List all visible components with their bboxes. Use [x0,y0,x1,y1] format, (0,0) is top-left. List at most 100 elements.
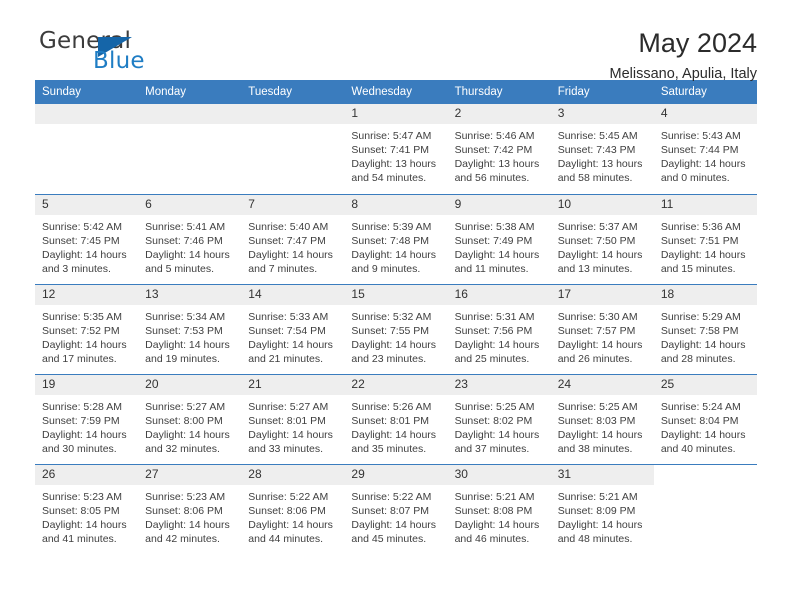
calendar-day-cell[interactable]: 16 Sunrise: 5:31 AM Sunset: 7:56 PM Dayligh… [447,283,551,374]
calendar-day-cell[interactable]: 2 Sunrise: 5:46 AM Sunset: 7:42 PM Daylight… [447,104,551,194]
day-info-line: Sunrise: 5:34 AM [145,310,226,323]
day-info-line: Daylight: 14 hours [557,338,643,351]
day-number: 16 [447,284,551,305]
day-sun-info: Sunrise: 5:25 AM Sunset: 8:02 PM Daylight:… [448,395,551,456]
day-info-line: Sunset: 7:56 PM [454,324,533,337]
day-info-line: Sunset: 7:54 PM [248,324,326,337]
day-number: 22 [344,374,448,395]
calendar-day-cell[interactable]: 28 Sunrise: 5:22 AM Sunset: 8:06 PM Dayligh… [241,463,345,554]
general-blue-logo[interactable]: General Blue [35,28,225,76]
day-info-line: Sunrise: 5:22 AM [351,490,432,503]
calendar-day-cell[interactable]: 1 Sunrise: 5:47 AM Sunset: 7:41 PM Daylight… [344,104,448,194]
day-sun-info: Sunrise: 5:36 AM Sunset: 7:51 PM Daylight:… [654,215,757,276]
day-number: 24 [550,374,654,395]
calendar-day-cell[interactable]: 17 Sunrise: 5:30 AM Sunset: 7:57 PM Dayligh… [550,283,654,374]
day-info-line: Sunrise: 5:37 AM [557,220,638,233]
calendar-day-cell[interactable]: 24 Sunrise: 5:25 AM Sunset: 8:03 PM Dayligh… [550,373,654,464]
calendar-day-cell[interactable]: 12 Sunrise: 5:35 AM Sunset: 7:52 PM Dayligh… [35,283,139,374]
day-number: 1 [344,104,448,124]
day-number: 4 [653,104,757,124]
calendar-day-cell[interactable]: 20 Sunrise: 5:27 AM Sunset: 8:00 PM Dayligh… [138,373,242,464]
day-info-line: Daylight: 14 hours [557,518,643,531]
day-info-line: Sunset: 7:46 PM [145,234,223,247]
day-info-line: Sunrise: 5:32 AM [351,310,432,323]
day-info-line: and 23 minutes. [351,352,427,365]
day-info-line: Sunrise: 5:29 AM [660,310,741,323]
calendar-day-cell[interactable]: 13 Sunrise: 5:34 AM Sunset: 7:53 PM Dayligh… [138,283,242,374]
day-info-line: Sunset: 8:02 PM [454,414,533,427]
day-info-line: Sunset: 7:44 PM [660,144,739,156]
calendar-day-cell[interactable]: 21 Sunrise: 5:27 AM Sunset: 8:01 PM Dayligh… [241,373,345,464]
day-info-line: Daylight: 14 hours [557,428,643,441]
day-info-line: Daylight: 14 hours [351,248,437,261]
day-info-line: Sunrise: 5:47 AM [351,130,432,142]
calendar-day-cell[interactable]: 7 Sunrise: 5:40 AM Sunset: 7:47 PM Daylight… [241,193,345,284]
day-number: 30 [447,464,551,485]
day-sun-info: Sunrise: 5:22 AM Sunset: 8:07 PM Daylight:… [344,485,447,546]
calendar-day-cell[interactable]: 26 Sunrise: 5:23 AM Sunset: 8:05 PM Dayligh… [35,463,139,554]
calendar-day-cell[interactable]: 11 Sunrise: 5:36 AM Sunset: 7:51 PM Dayligh… [653,193,757,284]
day-info-line: Sunset: 7:55 PM [351,324,430,337]
calendar-day-cell[interactable]: 14 Sunrise: 5:33 AM Sunset: 7:54 PM Dayligh… [241,283,345,374]
day-sun-info: Sunrise: 5:31 AM Sunset: 7:56 PM Daylight:… [448,305,551,366]
calendar-day-cell[interactable]: 5 Sunrise: 5:42 AM Sunset: 7:45 PM Daylight… [35,193,139,284]
day-info-line: Daylight: 14 hours [454,338,540,351]
day-info-line: Daylight: 14 hours [660,428,746,441]
calendar-day-cell[interactable]: 23 Sunrise: 5:25 AM Sunset: 8:02 PM Dayligh… [447,373,551,464]
day-info-line: Sunset: 7:43 PM [557,144,636,156]
weekday-header-wednesday: Wednesday [344,80,448,104]
day-info-line: and 9 minutes. [351,262,421,275]
day-info-line: Sunset: 8:01 PM [248,414,326,427]
day-info-line: Sunset: 7:50 PM [557,234,636,247]
day-number [654,465,757,485]
day-info-line: Daylight: 13 hours [351,158,437,170]
day-number: 2 [447,104,551,124]
day-info-line: Daylight: 14 hours [42,428,127,441]
day-info-line: Daylight: 14 hours [248,428,333,441]
calendar-day-cell[interactable]: 19 Sunrise: 5:28 AM Sunset: 7:59 PM Dayligh… [35,373,139,464]
day-info-line: Sunset: 7:51 PM [660,234,739,247]
day-number: 3 [550,104,654,124]
calendar-day-cell[interactable]: 25 Sunrise: 5:24 AM Sunset: 8:04 PM Dayligh… [653,373,757,464]
day-number: 18 [653,284,757,305]
calendar-week-row: 12 Sunrise: 5:35 AM Sunset: 7:52 PM Dayligh… [35,283,757,374]
calendar-day-cell[interactable]: 18 Sunrise: 5:29 AM Sunset: 7:58 PM Dayligh… [653,283,757,374]
day-info-line: Sunrise: 5:25 AM [557,400,638,413]
day-info-line: Daylight: 14 hours [145,428,230,441]
weekday-header-thursday: Thursday [447,80,551,104]
calendar-day-cell[interactable]: 15 Sunrise: 5:32 AM Sunset: 7:55 PM Dayligh… [344,283,448,374]
day-info-line: and 42 minutes. [145,532,220,545]
calendar-day-cell[interactable]: 10 Sunrise: 5:37 AM Sunset: 7:50 PM Dayligh… [550,193,654,284]
day-info-line: Sunrise: 5:43 AM [660,130,741,142]
calendar-day-cell[interactable]: 31 Sunrise: 5:21 AM Sunset: 8:09 PM Dayligh… [550,463,654,554]
day-info-line: Sunset: 7:57 PM [557,324,636,337]
day-info-line: and 56 minutes. [454,172,530,184]
day-info-line: Sunrise: 5:22 AM [248,490,329,503]
calendar-day-cell[interactable]: 30 Sunrise: 5:21 AM Sunset: 8:08 PM Dayligh… [447,463,551,554]
day-info-line: Sunset: 7:45 PM [42,234,120,247]
day-info-line: and 48 minutes. [557,532,633,545]
calendar-day-cell[interactable]: 27 Sunrise: 5:23 AM Sunset: 8:06 PM Dayligh… [138,463,242,554]
calendar-day-cell[interactable]: 6 Sunrise: 5:41 AM Sunset: 7:46 PM Daylight… [138,193,242,284]
day-number: 17 [550,284,654,305]
calendar-day-cell[interactable]: 3 Sunrise: 5:45 AM Sunset: 7:43 PM Daylight… [550,104,654,194]
day-info-line: Daylight: 14 hours [248,338,333,351]
day-number: 5 [35,194,139,215]
calendar-day-cell[interactable]: 29 Sunrise: 5:22 AM Sunset: 8:07 PM Dayligh… [344,463,448,554]
day-info-line: Sunset: 8:01 PM [351,414,430,427]
calendar-day-cell[interactable]: 9 Sunrise: 5:38 AM Sunset: 7:49 PM Daylight… [447,193,551,284]
day-info-line: Sunrise: 5:42 AM [42,220,122,233]
day-sun-info: Sunrise: 5:35 AM Sunset: 7:52 PM Daylight:… [35,305,138,366]
day-info-line: Sunrise: 5:45 AM [557,130,638,142]
calendar-day-cell[interactable]: 22 Sunrise: 5:26 AM Sunset: 8:01 PM Dayligh… [344,373,448,464]
day-info-line: and 13 minutes. [557,262,633,275]
day-info-line: Sunrise: 5:21 AM [557,490,638,503]
calendar-day-cell[interactable]: 4 Sunrise: 5:43 AM Sunset: 7:44 PM Daylight… [653,104,757,194]
weekday-header-sunday: Sunday [35,80,139,104]
day-sun-info: Sunrise: 5:43 AM Sunset: 7:44 PM Daylight:… [654,124,757,185]
page-header: General Blue May 2024 Melissano, Apulia,… [35,0,757,82]
day-number: 9 [447,194,551,215]
calendar-day-cell[interactable]: 8 Sunrise: 5:39 AM Sunset: 7:48 PM Daylight… [344,193,448,284]
page-title: May 2024 [638,28,757,58]
day-sun-info: Sunrise: 5:33 AM Sunset: 7:54 PM Daylight:… [241,305,344,366]
